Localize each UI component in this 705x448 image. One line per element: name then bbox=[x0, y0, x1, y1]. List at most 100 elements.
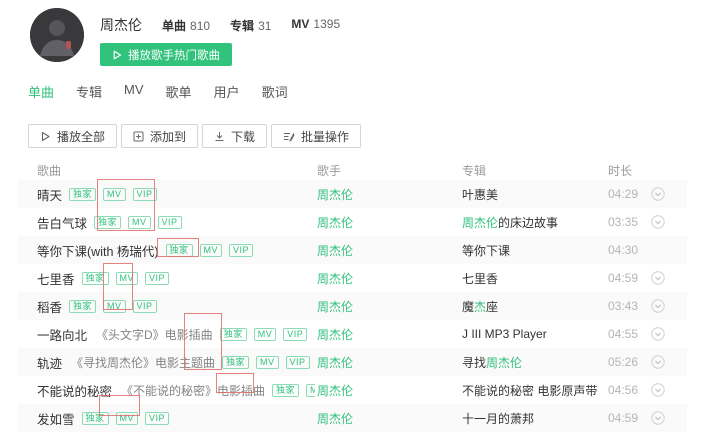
album-text: 叶惠美 bbox=[462, 187, 499, 202]
badge-mv: MV bbox=[253, 327, 277, 341]
singer-link[interactable]: 周杰伦 bbox=[317, 214, 353, 231]
album-link[interactable]: 等你下课 bbox=[462, 242, 510, 259]
table-row[interactable]: 发如雪 独家 MV VIP 周杰伦 十一月的萧邦 04:59 bbox=[18, 404, 687, 432]
download-button[interactable]: 下载 bbox=[202, 124, 268, 148]
table-row[interactable]: 一路向北 《头文字D》电影插曲 独家 MV VIP 周杰伦 J III MP3 Player… bbox=[18, 320, 687, 348]
badge-exclusive: 独家 bbox=[69, 187, 97, 201]
table-row[interactable]: 告白气球 独家 MV VIP 周杰伦 周杰伦的床边故事 03:35 bbox=[18, 208, 687, 236]
expand-chevron-circle-icon[interactable] bbox=[651, 215, 665, 229]
artist-avatar[interactable] bbox=[30, 8, 84, 62]
badge-exclusive: 独家 bbox=[272, 383, 300, 397]
singer-link[interactable]: 周杰伦 bbox=[317, 298, 353, 315]
column-header-singer: 歌手 bbox=[317, 164, 342, 178]
play-all-button[interactable]: 播放全部 bbox=[28, 124, 118, 148]
singer-link[interactable]: 周杰伦 bbox=[317, 242, 353, 259]
album-cell: J III MP3 Player bbox=[462, 320, 604, 348]
song-title[interactable]: 告白气球 bbox=[37, 213, 87, 232]
song-title[interactable]: 不能说的秘密 bbox=[37, 381, 112, 400]
song-cell: 不能说的秘密《不能说的秘密》电影插曲独家MVVIP bbox=[37, 376, 315, 404]
badge-exclusive: 独家 bbox=[81, 271, 109, 285]
tab-lyrics[interactable]: 歌词 bbox=[262, 82, 288, 101]
singer-link[interactable]: 周杰伦 bbox=[317, 410, 353, 427]
expand-chevron-circle-icon[interactable] bbox=[651, 383, 665, 397]
tab-users[interactable]: 用户 bbox=[214, 82, 240, 101]
table-row[interactable]: 轨迹 《寻找周杰伦》电影主题曲 独家 MV VIP 周杰伦 寻找周杰伦 05:26 bbox=[18, 348, 687, 376]
badge-mv: MV bbox=[128, 215, 151, 229]
plus-icon bbox=[133, 131, 144, 142]
song-title[interactable]: 稻香 bbox=[37, 297, 62, 316]
expand-chevron-circle-icon[interactable] bbox=[651, 411, 665, 425]
badge-vip: VIP bbox=[145, 411, 170, 425]
badge-exclusive: 独家 bbox=[69, 299, 97, 313]
singer-cell: 周杰伦 bbox=[317, 376, 457, 404]
singer-cell: 周杰伦 bbox=[317, 264, 457, 292]
song-title[interactable]: 等你下课(with 杨瑞代) bbox=[37, 241, 159, 260]
album-link[interactable]: J III MP3 Player bbox=[462, 327, 547, 341]
table-row[interactable]: 晴天 独家 MV VIP 周杰伦 叶惠美 04:29 bbox=[18, 180, 687, 208]
song-title[interactable]: 晴天 bbox=[37, 185, 62, 204]
song-title[interactable]: 七里香 bbox=[37, 269, 75, 288]
artist-name[interactable]: 周杰伦 bbox=[100, 15, 142, 35]
album-link[interactable]: 七里香 bbox=[462, 270, 498, 287]
expand-chevron-circle-icon[interactable] bbox=[651, 327, 665, 341]
badge-mv: MV bbox=[256, 355, 279, 369]
album-link[interactable]: 叶惠美 bbox=[462, 186, 498, 203]
song-list: 晴天 独家 MV VIP 周杰伦 叶惠美 04:29 告白气球 独家 MV VIP 周杰伦 周杰伦的床边… bbox=[18, 180, 687, 432]
singer-link[interactable]: 周杰伦 bbox=[317, 186, 353, 203]
badge-mv: MV bbox=[103, 187, 126, 201]
tab-albums[interactable]: 专辑 bbox=[76, 82, 102, 101]
tab-playlists[interactable]: 歌单 bbox=[166, 82, 192, 101]
play-button-label: 播放歌手热门歌曲 bbox=[128, 49, 220, 62]
table-row[interactable]: 等你下课(with 杨瑞代) 独家 MV VIP 周杰伦 等你下课 04:30 bbox=[18, 236, 687, 264]
singer-link[interactable]: 周杰伦 bbox=[317, 326, 353, 343]
artist-stat-mv: MV 1395 bbox=[291, 17, 341, 31]
expand-chevron-circle-icon[interactable] bbox=[651, 187, 665, 201]
table-row[interactable]: 不能说的秘密《不能说的秘密》电影插曲独家MVVIP周杰伦 不能说的秘密 电影原声带… bbox=[18, 376, 687, 404]
singer-cell: 周杰伦 bbox=[317, 348, 457, 376]
album-link[interactable]: 魔杰座 bbox=[462, 298, 498, 315]
singer-cell: 周杰伦 bbox=[317, 236, 457, 264]
album-text: 座 bbox=[486, 299, 499, 314]
more-cell bbox=[651, 180, 669, 208]
singer-cell: 周杰伦 bbox=[317, 320, 457, 348]
song-title[interactable]: 轨迹 bbox=[37, 353, 62, 372]
play-artist-hot-songs-button[interactable]: 播放歌手热门歌曲 bbox=[100, 43, 232, 66]
singer-link[interactable]: 周杰伦 bbox=[317, 382, 353, 399]
expand-chevron-circle-icon[interactable] bbox=[651, 355, 665, 369]
add-to-button[interactable]: 添加到 bbox=[121, 124, 199, 148]
download-icon bbox=[214, 131, 225, 142]
album-text: 寻找 bbox=[462, 355, 487, 370]
table-row[interactable]: 七里香 独家 MV VIP 周杰伦 七里香 04:59 bbox=[18, 264, 687, 292]
table-row[interactable]: 稻香 独家 MV VIP 周杰伦 魔杰座 03:43 bbox=[18, 292, 687, 320]
album-cell: 周杰伦的床边故事 bbox=[462, 208, 604, 236]
badge-vip: VIP bbox=[157, 215, 182, 229]
badge-vip: VIP bbox=[132, 187, 157, 201]
batch-button[interactable]: 批量操作 bbox=[271, 124, 362, 148]
actions-toolbar: 播放全部 添加到 下载 批量操作 bbox=[28, 124, 362, 148]
singer-cell: 周杰伦 bbox=[317, 180, 457, 208]
album-text: 七里香 bbox=[462, 271, 499, 286]
album-text: 的床边故事 bbox=[498, 215, 559, 230]
album-cell: 等你下课 bbox=[462, 236, 604, 264]
expand-chevron-circle-icon[interactable] bbox=[651, 299, 665, 313]
table-header-row: 歌曲 歌手 专辑 时长 bbox=[18, 158, 687, 180]
song-title[interactable]: 发如雪 bbox=[37, 409, 75, 428]
duration-cell: 04:29 bbox=[608, 187, 639, 201]
singer-link[interactable]: 周杰伦 bbox=[317, 354, 353, 371]
album-link[interactable]: 十一月的萧邦 bbox=[462, 410, 534, 427]
tab-mv[interactable]: MV bbox=[124, 82, 144, 101]
play-icon bbox=[40, 131, 51, 142]
album-text: 魔 bbox=[462, 299, 475, 314]
album-link[interactable]: 周杰伦的床边故事 bbox=[462, 214, 558, 231]
album-link[interactable]: 寻找周杰伦 bbox=[462, 354, 522, 371]
expand-chevron-circle-icon[interactable] bbox=[651, 271, 665, 285]
song-title[interactable]: 一路向北 bbox=[37, 325, 87, 344]
badge-mv: MV bbox=[115, 411, 139, 425]
more-cell bbox=[651, 376, 669, 404]
album-link[interactable]: 不能说的秘密 电影原声带 bbox=[462, 382, 597, 399]
result-type-tabs: 单曲 专辑 MV 歌单 用户 歌词 bbox=[28, 82, 288, 101]
tab-songs[interactable]: 单曲 bbox=[28, 82, 54, 101]
singer-link[interactable]: 周杰伦 bbox=[317, 270, 353, 287]
album-text: 十一月的萧邦 bbox=[462, 411, 535, 426]
badge-mv: MV bbox=[115, 271, 139, 285]
